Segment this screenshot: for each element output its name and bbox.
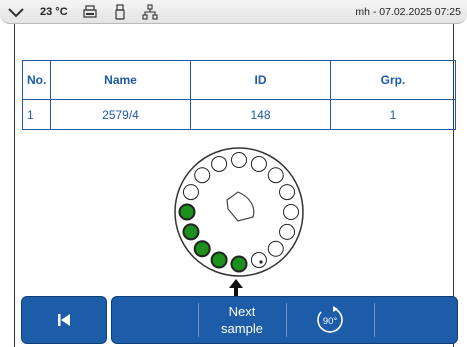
cell-id: 148: [190, 99, 331, 130]
column-header-name: Name: [50, 60, 191, 100]
carousel-position-empty: [231, 152, 247, 168]
sample-table: No. Name ID Grp. 1 2579/4 148 1: [22, 60, 456, 130]
rotate-label: 90°: [323, 316, 338, 327]
user-datetime: mh - 07.02.2025 07:25: [355, 6, 461, 18]
carousel-position-filled: [178, 203, 196, 221]
carousel-position-empty: [267, 240, 284, 257]
column-header-id: ID: [190, 60, 331, 100]
usb-icon: [115, 4, 125, 20]
next-sample-label-line1: Next: [228, 304, 256, 319]
carousel-position-filled: [210, 251, 228, 269]
sample-carousel: [174, 147, 304, 277]
cell-name: 2579/4: [50, 99, 191, 130]
button-divider: [374, 303, 375, 337]
carousel-index-mark: [259, 260, 263, 264]
back-button[interactable]: [21, 296, 107, 344]
carousel-position-filled: [182, 223, 200, 241]
cell-group: 1: [330, 99, 456, 130]
carousel-position-empty: [279, 223, 296, 240]
printer-icon: [83, 5, 97, 18]
temperature-readout: 23 °C: [40, 6, 68, 18]
rotate-90-button[interactable]: 90°: [286, 297, 374, 343]
carousel-position-empty: [250, 155, 267, 172]
table-header-row: No. Name ID Grp.: [22, 60, 456, 100]
carousel-position-empty: [283, 204, 299, 220]
status-bar-left: 23 °C: [6, 0, 158, 24]
chevron-down-icon[interactable]: [6, 5, 26, 19]
carousel-position-filled: [230, 255, 248, 273]
next-sample-label-line2: sample: [221, 321, 263, 336]
carousel-position-empty: [194, 167, 211, 184]
carousel-position-filled: [193, 240, 211, 258]
column-header-no: No.: [22, 60, 51, 100]
column-header-group: Grp.: [330, 60, 456, 100]
rotate-icon: 90°: [317, 306, 343, 333]
table-row[interactable]: 1 2579/4 148 1: [22, 99, 456, 130]
carousel-position-empty: [250, 252, 267, 269]
skip-back-icon: [58, 314, 70, 326]
cell-no: 1: [22, 99, 51, 130]
action-button-group: Next sample 90°: [111, 296, 458, 344]
status-bar: 23 °C mh - 07.02.2025 07:25: [0, 0, 467, 24]
carousel-position-empty: [211, 155, 228, 172]
bottom-toolbar: Next sample 90°: [21, 296, 458, 344]
carousel-position-empty: [182, 184, 199, 201]
next-sample-button[interactable]: Next sample: [198, 297, 286, 343]
carousel-position-empty: [267, 167, 284, 184]
network-icon: [142, 4, 158, 20]
carousel-position-empty: [279, 184, 296, 201]
